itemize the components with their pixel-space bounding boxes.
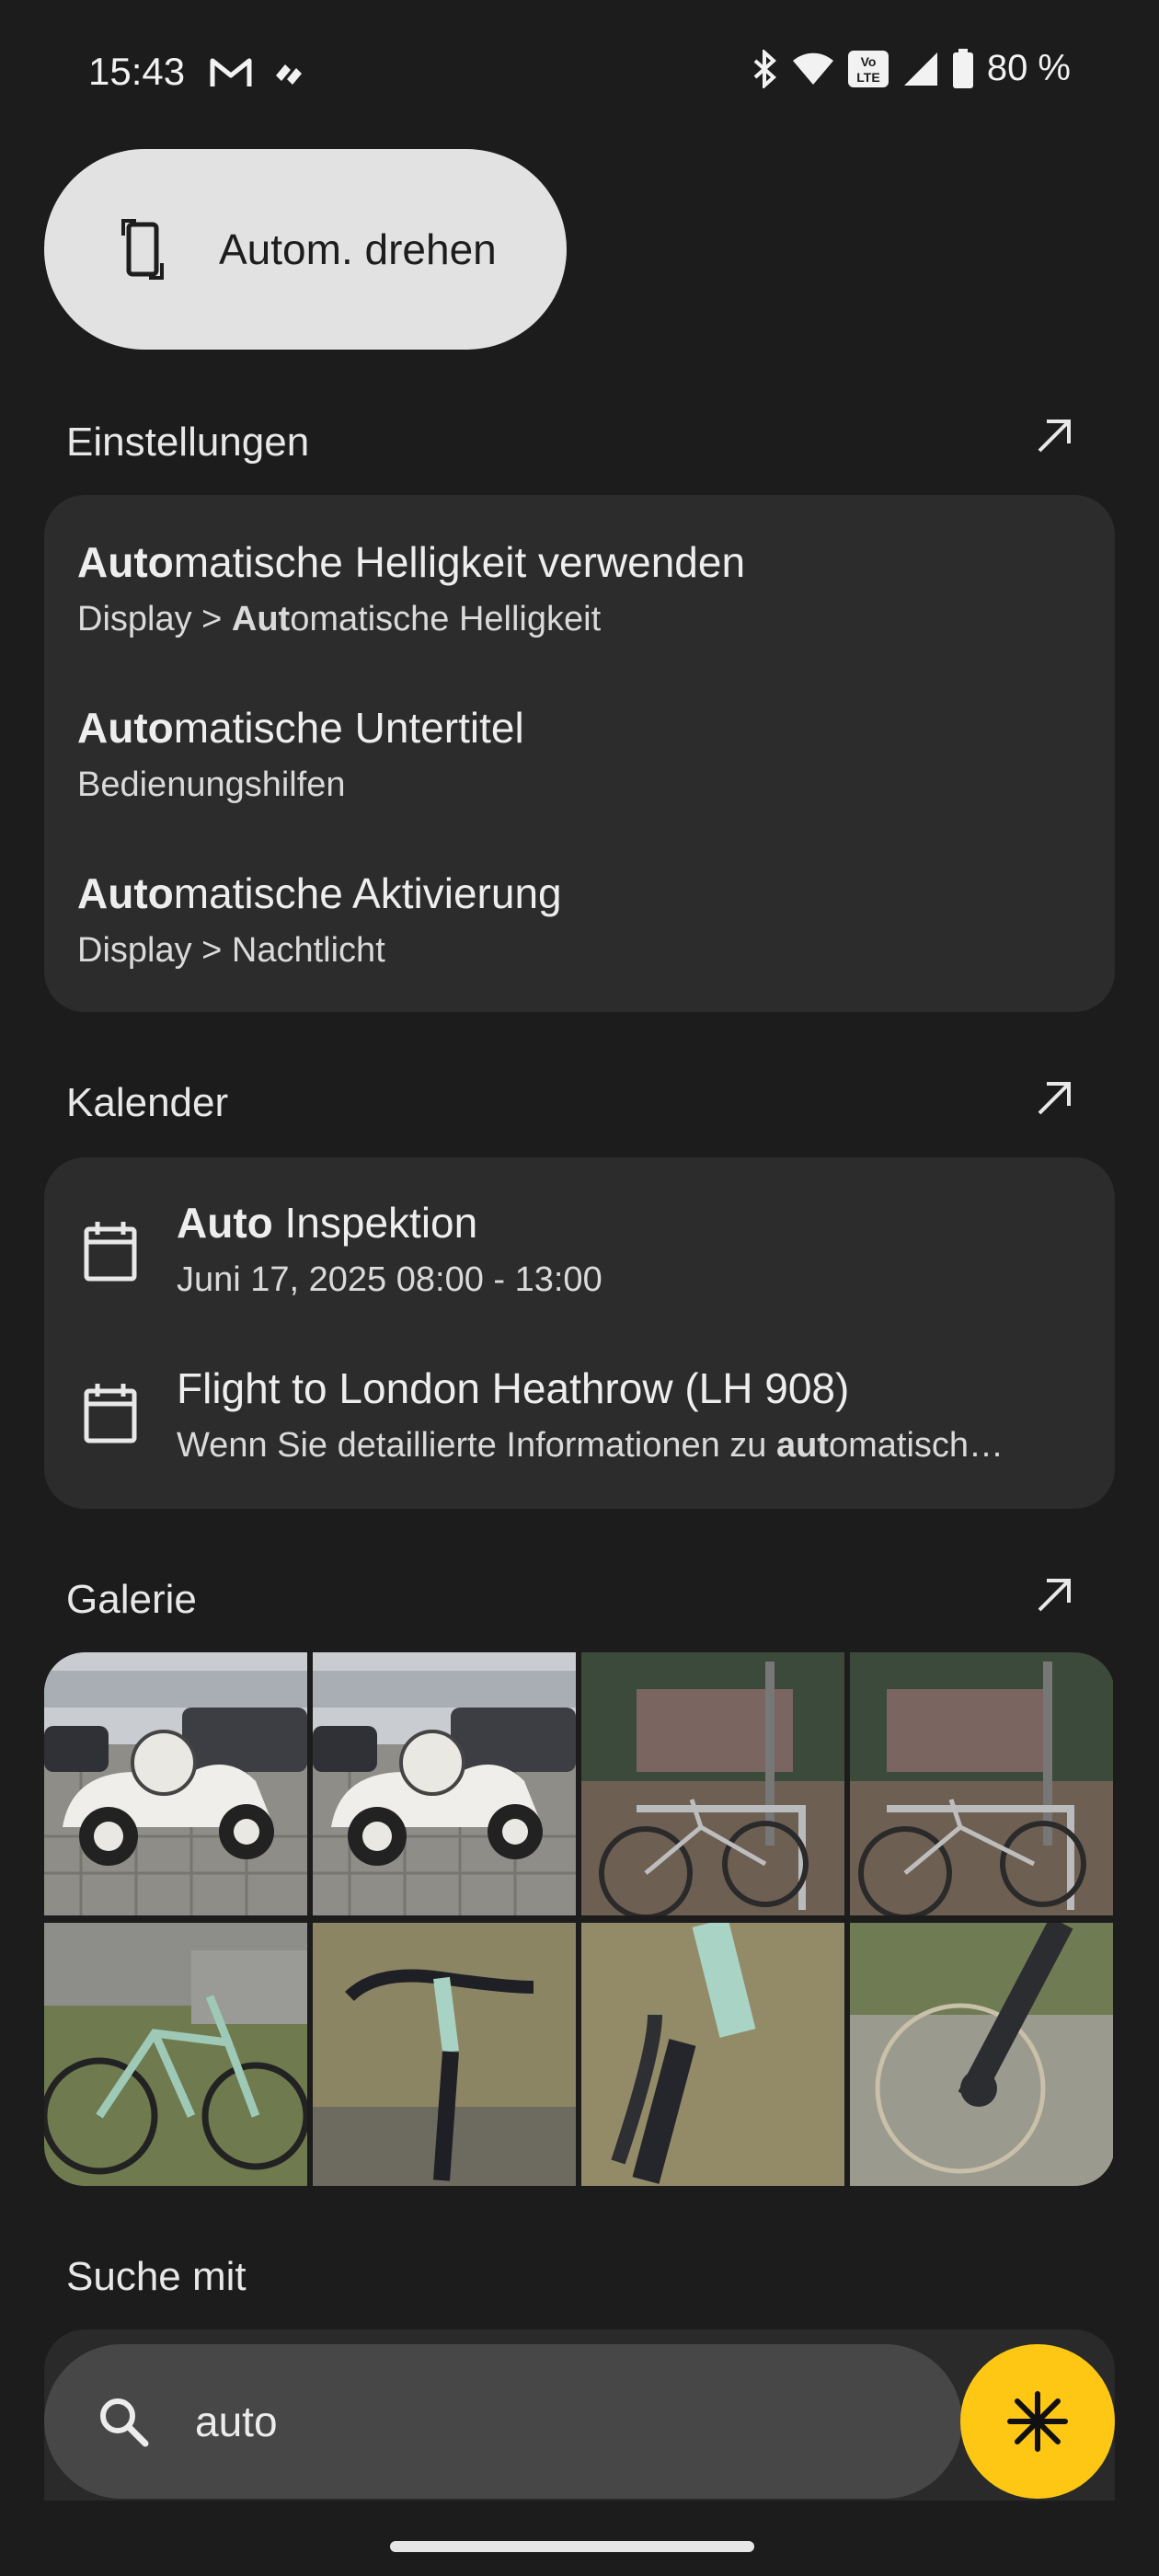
result-subtitle: Bedienungshilfen (77, 765, 346, 804)
settings-results-card: Automatische Helligkeit verwenden Displa… (44, 495, 1115, 1012)
result-title: Automatische Aktivierung (77, 869, 562, 917)
event-subtitle: Wenn Sie detaillierte Informationen zu a… (177, 1426, 1004, 1465)
photo-image (850, 1652, 1113, 1915)
calendar-results-card: Auto Inspektion Juni 17, 2025 08:00 - 13… (44, 1157, 1115, 1509)
status-icons: Vo LTE 80 % (752, 48, 1071, 89)
volte-icon: VoLTE (847, 50, 889, 87)
settings-result-3[interactable]: Automatische Aktivierung Display > Nacht… (77, 868, 1115, 971)
gallery-photo-bike-fork[interactable] (581, 1923, 844, 2186)
battery-percent: 80 % (986, 48, 1071, 88)
gallery-photo-gravel-bike[interactable] (44, 1923, 307, 2186)
svg-text:Vo: Vo (860, 54, 876, 69)
gallery-photo-vintage-car[interactable] (313, 1652, 576, 1915)
settings-result-1[interactable]: Automatische Helligkeit verwenden Displa… (77, 537, 1115, 639)
gmail-icon (210, 58, 252, 86)
photo-image (581, 1923, 844, 2186)
open-settings-arrow-icon[interactable] (1034, 416, 1074, 456)
calendar-icon (84, 1222, 137, 1282)
status-time: 15:43 (88, 50, 186, 93)
battery-icon (952, 48, 973, 88)
gallery-section-title: Galerie (66, 1577, 197, 1622)
photo-image (581, 1652, 844, 1915)
result-title: Automatische Untertitel (77, 704, 524, 752)
search-icon (100, 2398, 149, 2447)
wifi-icon (792, 52, 833, 85)
calendar-section-title: Kalender (66, 1080, 229, 1125)
event-title: Auto Inspektion (177, 1199, 478, 1247)
settings-result-2[interactable]: Automatische Untertitel Bedienungshilfen (77, 703, 1115, 805)
photo-image (44, 1652, 307, 1915)
gallery-grid (44, 1652, 1115, 2186)
photo-image (313, 1652, 576, 1915)
gallery-photo-bicycles-square[interactable] (850, 1652, 1113, 1915)
search-bar[interactable]: auto (44, 2344, 962, 2499)
result-subtitle: Display > Nachtlicht (77, 931, 385, 970)
open-calendar-arrow-icon[interactable] (1034, 1078, 1074, 1119)
gallery-photo-bike-handlebar[interactable] (313, 1923, 576, 2186)
svg-text:LTE: LTE (856, 70, 879, 85)
home-indicator[interactable] (390, 2541, 754, 2552)
event-title: Flight to London Heathrow (LH 908) (177, 1364, 850, 1412)
result-title: Automatische Helligkeit verwenden (77, 538, 746, 586)
gallery-photo-bicycles-square[interactable] (581, 1652, 844, 1915)
photo-image (850, 1923, 1113, 2186)
search-with-title: Suche mit (66, 2254, 247, 2299)
auto-rotate-label: Autom. drehen (219, 225, 497, 273)
sparkle-icon (1007, 2391, 1068, 2452)
photo-image (44, 1923, 307, 2186)
signal-icon (903, 52, 937, 86)
calendar-icon (84, 1384, 137, 1443)
gallery-photo-bike-wheel[interactable] (850, 1923, 1113, 2186)
settings-section-title: Einstellungen (66, 420, 310, 465)
bluetooth-icon (753, 49, 776, 88)
app-notification-icon (276, 64, 302, 85)
ai-assistant-button[interactable] (960, 2344, 1115, 2499)
search-input[interactable]: auto (195, 2397, 278, 2446)
calendar-event-1[interactable]: Auto Inspektion Juni 17, 2025 08:00 - 13… (44, 1157, 1115, 1332)
event-subtitle: Juni 17, 2025 08:00 - 13:00 (177, 1260, 602, 1299)
rotate-icon (121, 219, 164, 280)
photo-image (313, 1923, 576, 2186)
open-gallery-arrow-icon[interactable] (1034, 1575, 1074, 1616)
result-subtitle: Display > Automatische Helligkeit (77, 600, 602, 638)
calendar-event-2[interactable]: Flight to London Heathrow (LH 908) Wenn … (44, 1332, 1115, 1507)
auto-rotate-tile[interactable]: Autom. drehen (44, 149, 567, 350)
gallery-photo-vintage-car[interactable] (44, 1652, 307, 1915)
